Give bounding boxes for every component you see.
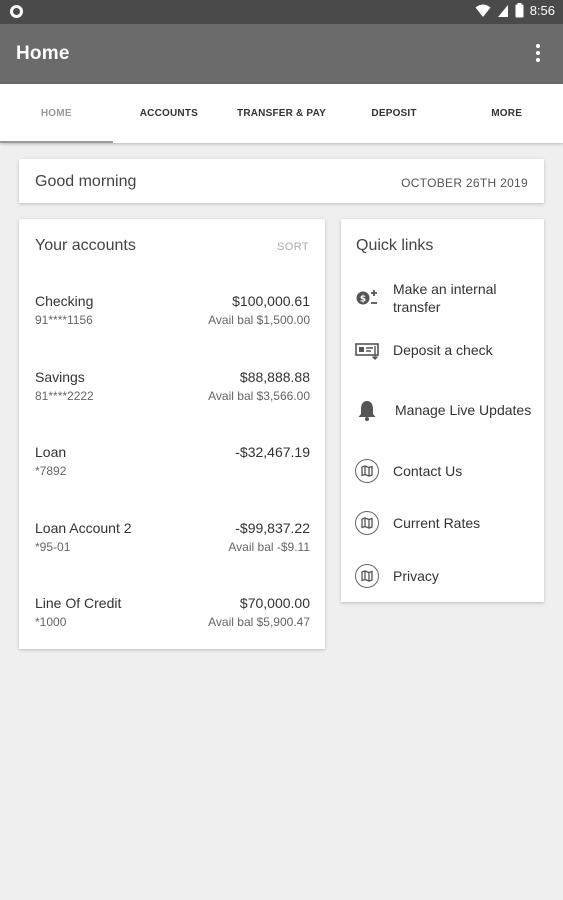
clock: 8:56 — [529, 3, 555, 18]
notification-icon — [10, 5, 23, 18]
account-row-checking[interactable]: Checking 91****1156 $100,000.61 Avail ba… — [19, 293, 325, 353]
quick-link-label: Manage Live Updates — [395, 402, 532, 418]
account-balance: -$32,467.19 — [235, 444, 310, 460]
account-number: *1000 — [35, 615, 67, 629]
map-icon — [355, 511, 379, 535]
account-number: 91****1156 — [35, 313, 93, 327]
account-row-loan-account-2[interactable]: Loan Account 2 *95-01 -$99,837.22 Avail … — [19, 520, 325, 580]
accounts-card: Your accounts SORT Checking 91****1156 $… — [19, 219, 325, 649]
greeting-card: Good morning OCTOBER 26TH 2019 — [19, 159, 544, 203]
greeting-text: Good morning — [35, 173, 137, 190]
available-balance: Avail bal $3,566.00 — [208, 389, 310, 403]
quick-link-live-updates[interactable]: Manage Live Updates — [341, 390, 544, 430]
available-balance: Avail bal $1,500.00 — [208, 313, 310, 327]
available-balance: Avail bal $5,900.47 — [208, 615, 310, 629]
tab-home[interactable]: HOME — [0, 84, 113, 143]
battery-icon — [515, 3, 524, 18]
account-name: Savings — [35, 369, 85, 385]
quick-link-contact-us[interactable]: Contact Us — [341, 451, 544, 491]
account-row-line-of-credit[interactable]: Line Of Credit *1000 $70,000.00 Avail ba… — [19, 595, 325, 655]
quick-link-deposit-check[interactable]: Deposit a check — [341, 330, 544, 370]
transfer-icon: $ — [355, 286, 379, 310]
account-name: Loan Account 2 — [35, 520, 132, 536]
account-name: Checking — [35, 293, 94, 309]
account-balance: -$99,837.22 — [235, 520, 310, 536]
tab-accounts[interactable]: ACCOUNTS — [113, 84, 226, 143]
quick-link-privacy[interactable]: Privacy — [341, 556, 544, 596]
account-row-loan[interactable]: Loan *7892 -$32,467.19 — [19, 444, 325, 504]
sort-button[interactable]: SORT — [277, 241, 309, 253]
map-icon — [355, 564, 379, 588]
signal-icon — [497, 4, 508, 17]
account-row-savings[interactable]: Savings 81****2222 $88,888.88 Avail bal … — [19, 369, 325, 429]
quick-link-label: Deposit a check — [393, 342, 493, 358]
quick-link-internal-transfer[interactable]: $ Make an internal transfer — [341, 278, 544, 318]
map-icon — [355, 459, 379, 483]
quick-links-card: Quick links $ Make an internal transfer … — [341, 219, 544, 602]
tab-deposit[interactable]: DEPOSIT — [338, 84, 451, 143]
account-balance: $88,888.88 — [239, 369, 310, 385]
tab-more[interactable]: MORE — [450, 84, 563, 143]
quick-link-label: Privacy — [393, 568, 439, 584]
quick-link-label: Make an internal transfer — [393, 281, 497, 315]
quick-link-label: Contact Us — [393, 463, 463, 479]
overflow-menu-icon[interactable] — [533, 44, 543, 64]
date-label: OCTOBER 26TH 2019 — [401, 176, 528, 190]
wifi-icon — [475, 4, 491, 17]
quick-links-title: Quick links — [356, 237, 434, 254]
account-balance: $100,000.61 — [232, 293, 310, 309]
account-name: Line Of Credit — [35, 595, 122, 611]
account-number: 81****2222 — [35, 389, 94, 403]
quick-link-label: Current Rates — [393, 515, 481, 531]
status-bar: 8:56 — [0, 0, 563, 24]
app-bar: Home — [0, 24, 563, 84]
page-title: Home — [16, 43, 70, 64]
account-number: *95-01 — [35, 540, 71, 554]
tab-bar: HOME ACCOUNTS TRANSFER & PAY DEPOSIT MOR… — [0, 84, 563, 143]
quick-link-current-rates[interactable]: Current Rates — [341, 503, 544, 543]
available-balance: Avail bal -$9.11 — [228, 540, 310, 554]
tab-transfer-pay[interactable]: TRANSFER & PAY — [225, 84, 338, 143]
svg-text:$: $ — [360, 295, 366, 305]
account-number: *7892 — [35, 464, 67, 478]
account-balance: $70,000.00 — [239, 595, 310, 611]
account-name: Loan — [35, 444, 67, 460]
accounts-title: Your accounts — [35, 237, 136, 254]
bell-icon — [355, 398, 379, 422]
check-deposit-icon — [355, 338, 379, 362]
